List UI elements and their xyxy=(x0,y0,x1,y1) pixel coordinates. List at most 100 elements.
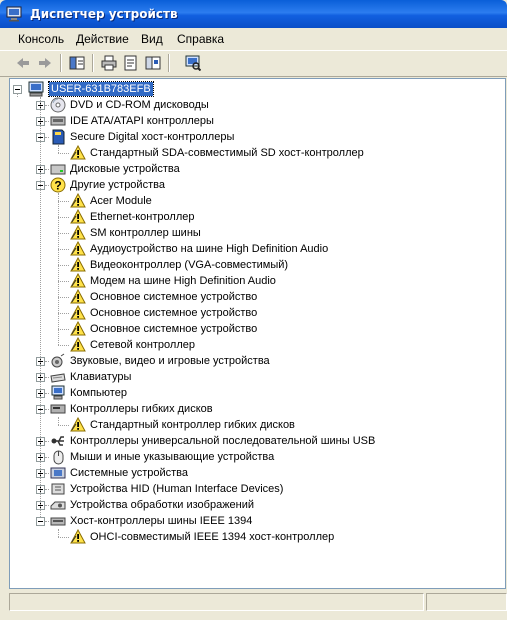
help-button[interactable] xyxy=(142,53,164,73)
menu-help[interactable]: Справка xyxy=(173,32,228,46)
disk-drive-icon xyxy=(50,161,66,177)
tree-connector xyxy=(17,93,19,97)
menu-console[interactable]: Консоль xyxy=(14,32,68,46)
tree-device[interactable]: Видеоконтроллер (VGA-совместимый) xyxy=(10,256,490,273)
tree-connector xyxy=(58,193,60,345)
device-tree[interactable]: USER-631B783EFB DVD и CD-ROM дисководы IDE… xyxy=(9,78,506,589)
tree-category[interactable]: Контроллеры гибких дисков xyxy=(10,401,490,417)
tree-device[interactable]: Аудиоустройство на шине High Definition … xyxy=(10,240,490,257)
tree-category[interactable]: Хост-контроллеры шины IEEE 1394 xyxy=(10,513,490,529)
tree-device-label: Модем на шине High Definition Audio xyxy=(90,275,276,287)
menu-bar: Консоль Действие Вид Справка xyxy=(0,28,507,51)
keyboard-icon xyxy=(50,369,66,385)
tree-device[interactable]: Стандартный контроллер гибких дисков xyxy=(10,416,490,433)
tree-device-label: Стандартный SDA-совместимый SD хост-конт… xyxy=(90,147,364,159)
console-tree-icon xyxy=(69,56,85,70)
mouse-icon xyxy=(50,449,66,465)
tree-category[interactable]: Системные устройства xyxy=(10,465,490,481)
tree-root-label: USER-631B783EFB xyxy=(48,81,154,97)
properties-button[interactable] xyxy=(120,53,142,73)
window-title: Диспетчер устройств xyxy=(30,7,178,21)
tree-category[interactable]: Устройства обработки изображений xyxy=(10,497,490,513)
tree-device[interactable]: Ethernet-контроллер xyxy=(10,208,490,225)
tree-device[interactable]: OHCI-совместимый IEEE 1394 хост-контролл… xyxy=(10,528,490,545)
back-button[interactable] xyxy=(12,53,34,73)
print-icon xyxy=(101,55,117,71)
tree-device-label: Аудиоустройство на шине High Definition … xyxy=(90,243,329,255)
status-pane-secondary xyxy=(426,593,507,611)
tree-device[interactable]: Основное системное устройство xyxy=(10,320,490,337)
system-device-icon xyxy=(50,465,66,481)
print-button[interactable] xyxy=(98,53,120,73)
tree-device-label: Ethernet-контроллер xyxy=(90,211,195,223)
tree-device[interactable]: Acer Module xyxy=(10,192,490,209)
tree-connector xyxy=(40,97,42,517)
tree-category-label: Устройства обработки изображений xyxy=(70,499,255,511)
tree-category[interactable]: Дисковые устройства xyxy=(10,161,490,177)
tree-device[interactable]: Сетевой контроллер xyxy=(10,336,490,353)
tree-category[interactable]: DVD и CD-ROM дисководы xyxy=(10,97,490,113)
tree-device[interactable]: Основное системное устройство xyxy=(10,304,490,321)
warning-device-icon xyxy=(70,528,86,545)
warning-device-icon xyxy=(70,416,86,433)
show-hide-tree-button[interactable] xyxy=(66,53,88,73)
tree-device[interactable]: SM контроллер шины xyxy=(10,224,490,241)
toolbar-separator xyxy=(92,54,94,72)
tree-category[interactable]: Устройства HID (Human Interface Devices) xyxy=(10,481,490,497)
unknown-device-icon: ? xyxy=(50,177,66,193)
tree-category-label: IDE ATA/ATAPI контроллеры xyxy=(70,115,214,127)
tree-device-label: Видеоконтроллер (VGA-совместимый) xyxy=(90,259,289,271)
warning-device-icon xyxy=(70,272,86,289)
sound-icon xyxy=(50,353,66,369)
warning-device-icon xyxy=(70,320,86,337)
tree-category-label: Другие устройства xyxy=(70,179,165,191)
properties-icon xyxy=(124,55,137,71)
scan-hardware-icon xyxy=(185,55,201,71)
menu-action[interactable]: Действие xyxy=(72,32,133,46)
tree-category[interactable]: Мыши и иные указывающие устройства xyxy=(10,449,490,465)
forward-arrow-icon xyxy=(39,58,51,68)
computer-icon xyxy=(28,81,44,97)
tree-category-label: Хост-контроллеры шины IEEE 1394 xyxy=(70,515,253,527)
tree-root[interactable]: USER-631B783EFB xyxy=(10,81,490,97)
tree-device-label: Основное системное устройство xyxy=(90,291,258,303)
tree-category-label: Компьютер xyxy=(70,387,127,399)
warning-device-icon xyxy=(70,224,86,241)
scan-hardware-button[interactable] xyxy=(182,53,204,73)
imaging-icon xyxy=(50,497,66,513)
tree-category-label: Контроллеры гибких дисков xyxy=(70,403,213,415)
title-bar[interactable]: Диспетчер устройств xyxy=(0,0,507,28)
warning-device-icon xyxy=(70,304,86,321)
tree-connector xyxy=(58,145,60,153)
status-pane-main xyxy=(9,593,424,611)
tree-category-label: Дисковые устройства xyxy=(70,163,180,175)
tree-device[interactable]: Модем на шине High Definition Audio xyxy=(10,272,490,289)
hid-icon xyxy=(50,481,66,497)
tree-category[interactable]: Клавиатуры xyxy=(10,369,490,385)
tree-device-label: Сетевой контроллер xyxy=(90,339,195,351)
tree-category[interactable]: Secure Digital хост-контроллеры xyxy=(10,129,490,145)
tree-category[interactable]: IDE ATA/ATAPI контроллеры xyxy=(10,113,490,129)
tree-category-label: Системные устройства xyxy=(70,467,189,479)
svg-text:?: ? xyxy=(54,179,61,193)
tree-device[interactable]: Стандартный SDA-совместимый SD хост-конт… xyxy=(10,144,490,161)
tree-category[interactable]: Компьютер xyxy=(10,385,490,401)
tree-category-label: DVD и CD-ROM дисководы xyxy=(70,99,209,111)
warning-device-icon xyxy=(70,288,86,305)
usb-icon xyxy=(50,433,66,449)
back-arrow-icon xyxy=(17,58,29,68)
tree-category-label: Клавиатуры xyxy=(70,371,132,383)
tree-connector xyxy=(58,529,60,537)
ieee1394-icon xyxy=(50,513,66,529)
floppy-controller-icon xyxy=(50,401,66,417)
tree-category[interactable]: Контроллеры универсальной последовательн… xyxy=(10,433,490,449)
tree-device-label: OHCI-совместимый IEEE 1394 хост-контролл… xyxy=(90,531,335,543)
tree-category[interactable]: Звуковые, видео и игровые устройства xyxy=(10,353,490,369)
toolbar-separator xyxy=(60,54,62,72)
menu-view[interactable]: Вид xyxy=(137,32,167,46)
forward-button[interactable] xyxy=(34,53,56,73)
tree-category[interactable]: ? Другие устройства xyxy=(10,177,490,193)
warning-device-icon xyxy=(70,192,86,209)
warning-device-icon xyxy=(70,240,86,257)
tree-device[interactable]: Основное системное устройство xyxy=(10,288,490,305)
